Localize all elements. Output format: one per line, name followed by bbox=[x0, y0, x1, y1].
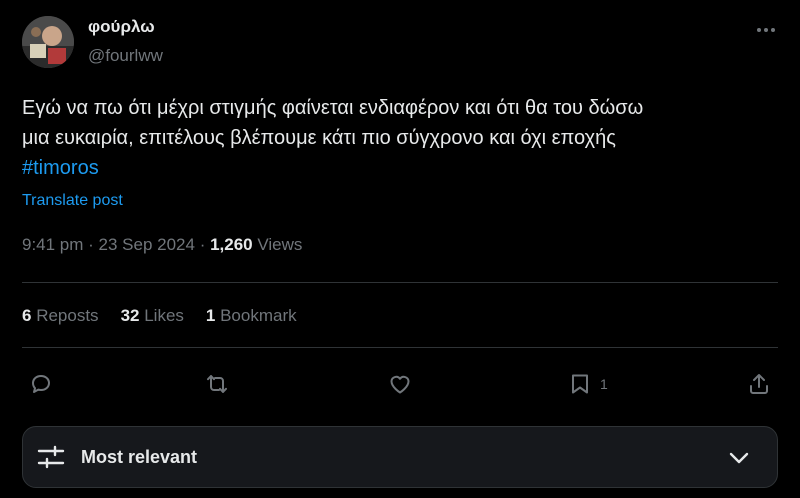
repost-button[interactable] bbox=[205, 366, 229, 402]
divider bbox=[22, 347, 778, 348]
views-count: 1,260 bbox=[210, 235, 253, 254]
chevron-down-icon bbox=[729, 452, 749, 464]
post-detail: φούρλω @fourlww Εγώ να πω ότι μέχρι στιγ… bbox=[0, 0, 800, 498]
post-time[interactable]: 9:41 pm bbox=[22, 235, 83, 254]
post-text-line: μια ευκαιρία, επιτέλους βλέπουμε κάτι πι… bbox=[22, 127, 616, 149]
reposts-label: Reposts bbox=[31, 306, 99, 325]
sort-label: Most relevant bbox=[81, 446, 198, 467]
post-text-line: Εγώ να πω ότι μέχρι στιγμής φαίνεται ενδ… bbox=[22, 97, 644, 119]
repost-icon bbox=[207, 375, 227, 393]
action-bar: 1 bbox=[0, 366, 800, 402]
bookmark-icon bbox=[572, 374, 588, 394]
post-text: Εγώ να πω ότι μέχρι στιγμής φαίνεται ενδ… bbox=[22, 93, 762, 183]
share-icon bbox=[750, 374, 768, 394]
share-button[interactable] bbox=[747, 366, 771, 402]
likes-label: Likes bbox=[139, 306, 184, 325]
more-options-button[interactable] bbox=[754, 20, 778, 40]
likes-stat[interactable]: 32 Likes bbox=[121, 306, 184, 326]
bookmarks-count: 1 bbox=[205, 306, 216, 325]
reply-icon bbox=[32, 375, 50, 393]
hashtag-link[interactable]: #timoros bbox=[22, 153, 762, 183]
author-handle[interactable]: @fourlww bbox=[88, 46, 163, 66]
post-stats: 6 Reposts 32 Likes 1 Bookmark bbox=[22, 306, 319, 326]
reply-sort-selector[interactable]: Most relevant bbox=[22, 426, 778, 488]
post-date[interactable]: 23 Sep 2024 bbox=[99, 235, 195, 254]
meta-separator: · bbox=[194, 235, 211, 254]
bookmarks-label: Bookmark bbox=[215, 306, 297, 325]
sliders-icon bbox=[37, 443, 65, 471]
avatar-image bbox=[22, 16, 74, 68]
more-icon bbox=[757, 28, 775, 32]
bookmark-count: 1 bbox=[600, 376, 608, 392]
bookmark-button[interactable]: 1 bbox=[568, 366, 608, 402]
heart-icon bbox=[390, 375, 410, 394]
reposts-stat[interactable]: 6 Reposts bbox=[22, 306, 99, 326]
bookmarks-stat[interactable]: 1 Bookmark bbox=[206, 306, 297, 326]
translate-post-link[interactable]: Translate post bbox=[22, 192, 123, 210]
reply-button[interactable] bbox=[29, 366, 53, 402]
author-display-name[interactable]: φούρλω bbox=[88, 17, 155, 37]
divider bbox=[22, 282, 778, 283]
like-button[interactable] bbox=[388, 366, 412, 402]
views-label: Views bbox=[252, 235, 303, 254]
avatar[interactable] bbox=[22, 16, 74, 68]
likes-count: 32 bbox=[120, 306, 140, 325]
post-meta: 9:41 pm · 23 Sep 2024 · 1,260 Views bbox=[22, 235, 302, 255]
meta-separator: · bbox=[83, 235, 99, 254]
